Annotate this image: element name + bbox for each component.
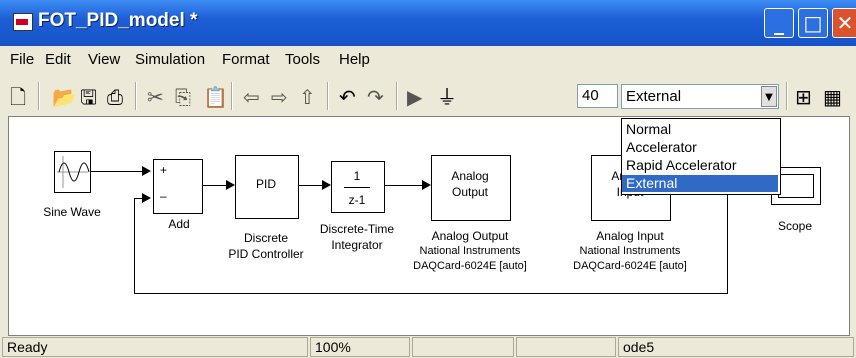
paste-icon[interactable]: 📋: [203, 86, 228, 108]
copy-icon[interactable]: ⎘: [175, 86, 191, 108]
toolbar-separator: [135, 82, 137, 110]
toolbar-separator: [786, 82, 788, 110]
menu-edit[interactable]: Edit: [45, 51, 71, 68]
pid-label-line1: Discrete: [243, 231, 288, 245]
simulation-mode-dropdown[interactable]: Normal Accelerator Rapid Accelerator Ext…: [621, 118, 781, 195]
redo-icon[interactable]: ↷: [367, 86, 384, 108]
signal-arrow: [226, 180, 235, 190]
toolbar-separator: [38, 82, 40, 110]
open-icon[interactable]: 📂: [52, 86, 77, 108]
minimize-button[interactable]: _: [764, 8, 794, 38]
integrator-label-line2: Integrator: [331, 238, 383, 252]
analog-output-text2: Output: [451, 185, 489, 199]
stop-time-input[interactable]: 40: [577, 84, 618, 108]
menu-format[interactable]: Format: [222, 51, 270, 68]
menu-simulation[interactable]: Simulation: [135, 51, 205, 68]
analog-output-label1: Analog Output: [431, 229, 509, 243]
analog-output-text1: Analog: [451, 169, 489, 183]
signal-arrow: [142, 166, 151, 176]
integrator-numerator: 1: [353, 169, 361, 183]
add-plus-sign: +: [160, 163, 168, 177]
status-solver: ode5: [618, 337, 854, 357]
scope-screen-icon: [778, 174, 814, 198]
signal-line: [202, 185, 226, 186]
maximize-button[interactable]: □: [798, 8, 828, 38]
stop-icon[interactable]: ⏚: [437, 86, 457, 108]
print-icon[interactable]: ⎙: [107, 86, 123, 108]
toolbar-separator: [327, 82, 329, 110]
analog-output-label2: National Instruments: [419, 245, 521, 257]
save-icon[interactable]: 🖫: [80, 86, 97, 108]
menu-file[interactable]: File: [10, 51, 34, 68]
undo-icon[interactable]: ↶: [339, 86, 356, 108]
sine-wave-icon: [57, 156, 90, 188]
feedback-line: [134, 293, 728, 294]
mode-option-normal[interactable]: Normal: [626, 121, 671, 138]
close-button[interactable]: ✕: [832, 8, 856, 38]
pid-label-line2: PID Controller: [228, 247, 304, 261]
analog-input-label3: DAQCard-6024E [auto]: [573, 260, 687, 272]
menu-tools[interactable]: Tools: [285, 51, 320, 68]
simulink-model-icon: [13, 13, 33, 31]
analog-input-label2: National Instruments: [579, 245, 681, 257]
signal-line: [298, 185, 322, 186]
mode-option-external[interactable]: External: [622, 175, 778, 192]
scope-label: Scope: [777, 219, 813, 233]
signal-arrow: [322, 180, 331, 190]
cut-icon[interactable]: ✂: [147, 86, 164, 108]
signal-arrow: [422, 180, 431, 190]
add-label: Add: [168, 217, 190, 231]
library-browser-icon[interactable]: ▦: [823, 86, 842, 108]
feedback-line: [134, 198, 135, 294]
analog-input-label1: Analog Input: [596, 229, 664, 243]
status-state: Ready: [2, 337, 308, 357]
signal-line: [90, 171, 142, 172]
sine-wave-label: Sine Wave: [43, 205, 101, 219]
feedback-line: [134, 198, 142, 199]
up-icon[interactable]: ⇧: [299, 86, 316, 108]
analog-output-label3: DAQCard-6024E [auto]: [413, 260, 527, 272]
status-empty-2: [516, 337, 616, 357]
menu-help[interactable]: Help: [339, 51, 370, 68]
integrator-label-line1: Discrete-Time: [319, 222, 395, 236]
mode-option-rapid-accelerator[interactable]: Rapid Accelerator: [626, 157, 737, 174]
sine-wave-block[interactable]: [54, 151, 91, 193]
forward-icon[interactable]: ⇨: [271, 86, 288, 108]
toolbar-separator: [231, 82, 233, 110]
signal-arrow: [142, 193, 151, 203]
simulation-mode-select[interactable]: External: [621, 84, 779, 109]
pid-block-text: PID: [255, 177, 276, 191]
mode-option-accelerator[interactable]: Accelerator: [626, 139, 697, 156]
status-empty-1: [412, 337, 514, 357]
add-minus-sign: –: [160, 189, 167, 203]
feedback-line: [727, 185, 728, 294]
build-icon[interactable]: ⊞: [795, 86, 812, 108]
toolbar-separator: [396, 82, 398, 110]
chevron-down-icon[interactable]: ▼: [761, 86, 777, 107]
fraction-bar: [344, 187, 370, 188]
back-icon[interactable]: ⇦: [243, 86, 260, 108]
integrator-denominator: z-1: [348, 193, 366, 207]
signal-line: [384, 185, 422, 186]
start-simulation-icon[interactable]: ▶: [407, 86, 422, 108]
menu-bar: [0, 46, 856, 72]
menu-view[interactable]: View: [88, 51, 120, 68]
status-zoom: 100%: [310, 337, 410, 357]
window-title: FOT_PID_model *: [38, 10, 198, 31]
new-icon[interactable]: 🗋: [10, 86, 26, 108]
